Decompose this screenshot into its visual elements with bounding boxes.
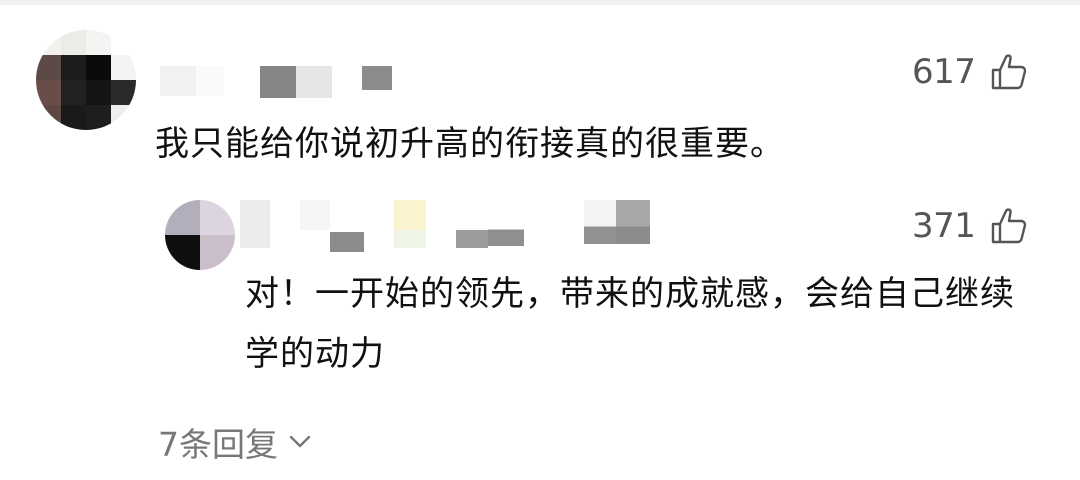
like-count: 617 <box>912 52 976 92</box>
reply-username-obscured[interactable] <box>240 200 650 252</box>
more-replies-label: 7条回复 <box>158 425 278 464</box>
thumbs-up-icon <box>992 208 1027 244</box>
reply-like-count: 371 <box>912 206 976 246</box>
more-replies-link[interactable]: 7条回复 <box>158 418 312 466</box>
like-button[interactable]: 617 <box>912 52 1029 92</box>
thumbs-up-icon <box>992 54 1027 90</box>
reply-like-button[interactable]: 371 <box>912 206 1029 246</box>
reply-text: 对！一开始的领先，带来的成就感，会给自己继续学的动力 <box>245 274 1015 374</box>
username-obscured[interactable] <box>160 66 392 98</box>
reply-avatar[interactable] <box>165 200 235 270</box>
chevron-down-icon <box>289 435 311 448</box>
top-divider <box>0 0 1080 5</box>
comment-text: 我只能给你说初升高的衔接真的很重要。 <box>155 124 785 164</box>
avatar[interactable] <box>36 30 136 130</box>
